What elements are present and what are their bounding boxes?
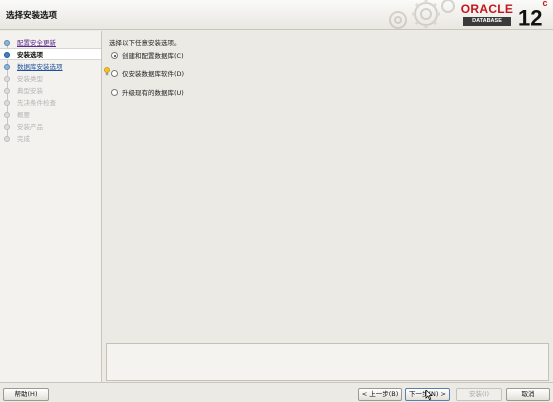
option-software-only[interactable]: 仅安装数据库软件(D)	[104, 67, 185, 79]
step-navigation: 配置安全更新 安装选项 数据库安装选项 安装类型 典型安装 先决条件检查 概要 …	[0, 31, 102, 382]
nav-step-typical-install: 典型安装	[0, 85, 101, 97]
mouse-pointer-icon	[425, 390, 433, 400]
main-content: 选择以下任意安装选项。 创建和配置数据库(C) 仅安装数据库软件(D) 升级现有…	[103, 31, 553, 382]
option-label: 创建和配置数据库(C)	[122, 52, 184, 60]
option-label: 仅安装数据库软件(D)	[122, 70, 185, 78]
back-button[interactable]: < 上一步(B)	[358, 388, 402, 401]
radio-button[interactable]	[111, 70, 118, 77]
option-label: 升级现有的数据库(U)	[122, 89, 184, 97]
nav-step-install-product: 安装产品	[0, 121, 101, 133]
lightbulb-hint-icon	[104, 67, 110, 76]
step-link-icon	[4, 64, 10, 70]
message-area	[106, 343, 549, 381]
nav-step-finish: 完成	[0, 133, 101, 145]
install-button: 安装(I)	[456, 388, 502, 401]
cancel-button[interactable]: 取消	[506, 388, 550, 401]
version-number: 12	[518, 5, 543, 31]
oracle-logo-word: ORACLE	[460, 2, 514, 16]
nav-step-install-type: 安装类型	[0, 73, 101, 85]
step-done-icon	[4, 40, 10, 46]
version-logo: 12c	[518, 0, 548, 31]
nav-step-db-install-option[interactable]: 数据库安装选项	[0, 61, 101, 73]
step-current-icon	[4, 52, 10, 58]
header-bar: 选择安装选项 ORACLE DATABASE 12c	[0, 0, 553, 30]
radio-button-checked[interactable]	[111, 52, 118, 59]
step-pending-icon	[4, 76, 10, 82]
option-create-configure-db[interactable]: 创建和配置数据库(C)	[111, 51, 184, 61]
option-upgrade-db[interactable]: 升级现有的数据库(U)	[111, 88, 184, 98]
step-pending-icon	[4, 136, 10, 142]
nav-step-label: 完成	[17, 135, 30, 143]
nav-step-label: 数据库安装选项	[17, 63, 63, 71]
version-suffix: c	[542, 0, 548, 8]
nav-step-label: 安装产品	[17, 123, 43, 131]
nav-step-label: 配置安全更新	[17, 39, 56, 47]
nav-step-label: 先决条件检查	[17, 99, 56, 107]
nav-step-label: 典型安装	[17, 87, 43, 95]
radio-button[interactable]	[111, 89, 118, 96]
nav-step-prereq-check: 先决条件检查	[0, 97, 101, 109]
step-pending-icon	[4, 112, 10, 118]
step-pending-icon	[4, 88, 10, 94]
step-pending-icon	[4, 124, 10, 130]
option-prompt: 选择以下任意安装选项。	[109, 39, 181, 47]
nav-step-label: 概要	[17, 111, 30, 119]
gears-decoration-icon	[389, 0, 455, 29]
button-bar: 帮助(H) < 上一步(B) 下一步(N) > 安装(I) 取消	[0, 382, 553, 402]
page-title: 选择安装选项	[6, 11, 58, 21]
nav-step-install-option[interactable]: 安装选项	[0, 48, 101, 60]
nav-step-summary: 概要	[0, 109, 101, 121]
oracle-logo-database: DATABASE	[463, 17, 511, 26]
step-pending-icon	[4, 100, 10, 106]
nav-step-label: 安装选项	[17, 51, 43, 59]
help-button[interactable]: 帮助(H)	[3, 388, 49, 401]
nav-step-label: 安装类型	[17, 75, 43, 83]
oracle-logo: ORACLE DATABASE	[459, 3, 515, 27]
